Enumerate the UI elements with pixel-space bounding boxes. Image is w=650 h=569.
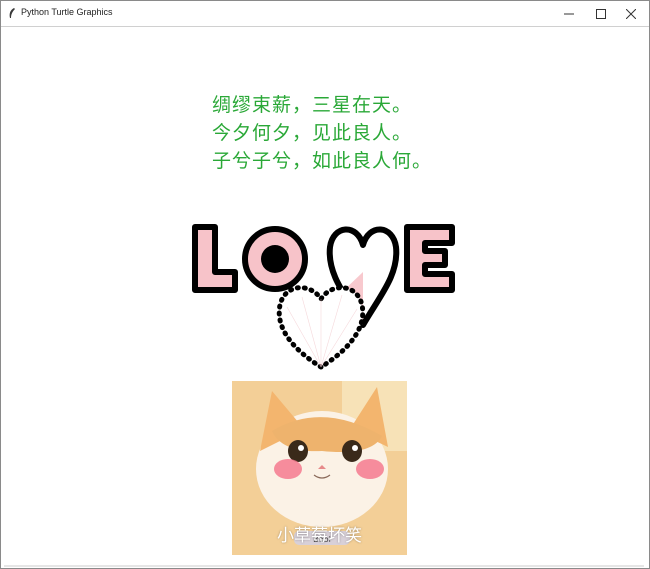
close-button[interactable]	[615, 1, 647, 26]
poem-line-2: 今夕何夕，见此良人。	[212, 122, 413, 144]
window-title: Python Turtle Graphics	[21, 7, 113, 17]
minimize-button[interactable]	[553, 1, 585, 26]
turtle-window: Python Turtle Graphics 绸缪束薪，三星在天。 今夕何夕，见…	[0, 0, 650, 569]
close-icon	[626, 8, 636, 19]
turtle-canvas[interactable]: 绸缪束薪，三星在天。 今夕何夕，见此良人。 子兮子兮，如此良人何。 Bobi 小…	[4, 27, 644, 565]
minimize-icon	[564, 13, 574, 14]
letter-o	[242, 226, 308, 292]
cat-photo: Bobi 小草莓坏笑	[232, 381, 407, 555]
letter-e	[404, 224, 455, 293]
title-bar[interactable]: Python Turtle Graphics	[1, 1, 649, 27]
maximize-button[interactable]	[585, 1, 617, 26]
window-bottom-edge	[4, 565, 644, 567]
love-drawing	[192, 224, 455, 370]
photo-caption: 小草莓坏笑	[277, 526, 362, 546]
poem-text: 绸缪束薪，三星在天。 今夕何夕，见此良人。 子兮子兮，如此良人何。	[212, 91, 432, 175]
poem-line-3: 子兮子兮，如此良人何。	[212, 150, 433, 172]
letter-l	[192, 224, 238, 293]
feather-icon	[9, 8, 15, 18]
maximize-icon	[596, 8, 606, 19]
poem-line-1: 绸缪束薪，三星在天。	[212, 94, 413, 116]
